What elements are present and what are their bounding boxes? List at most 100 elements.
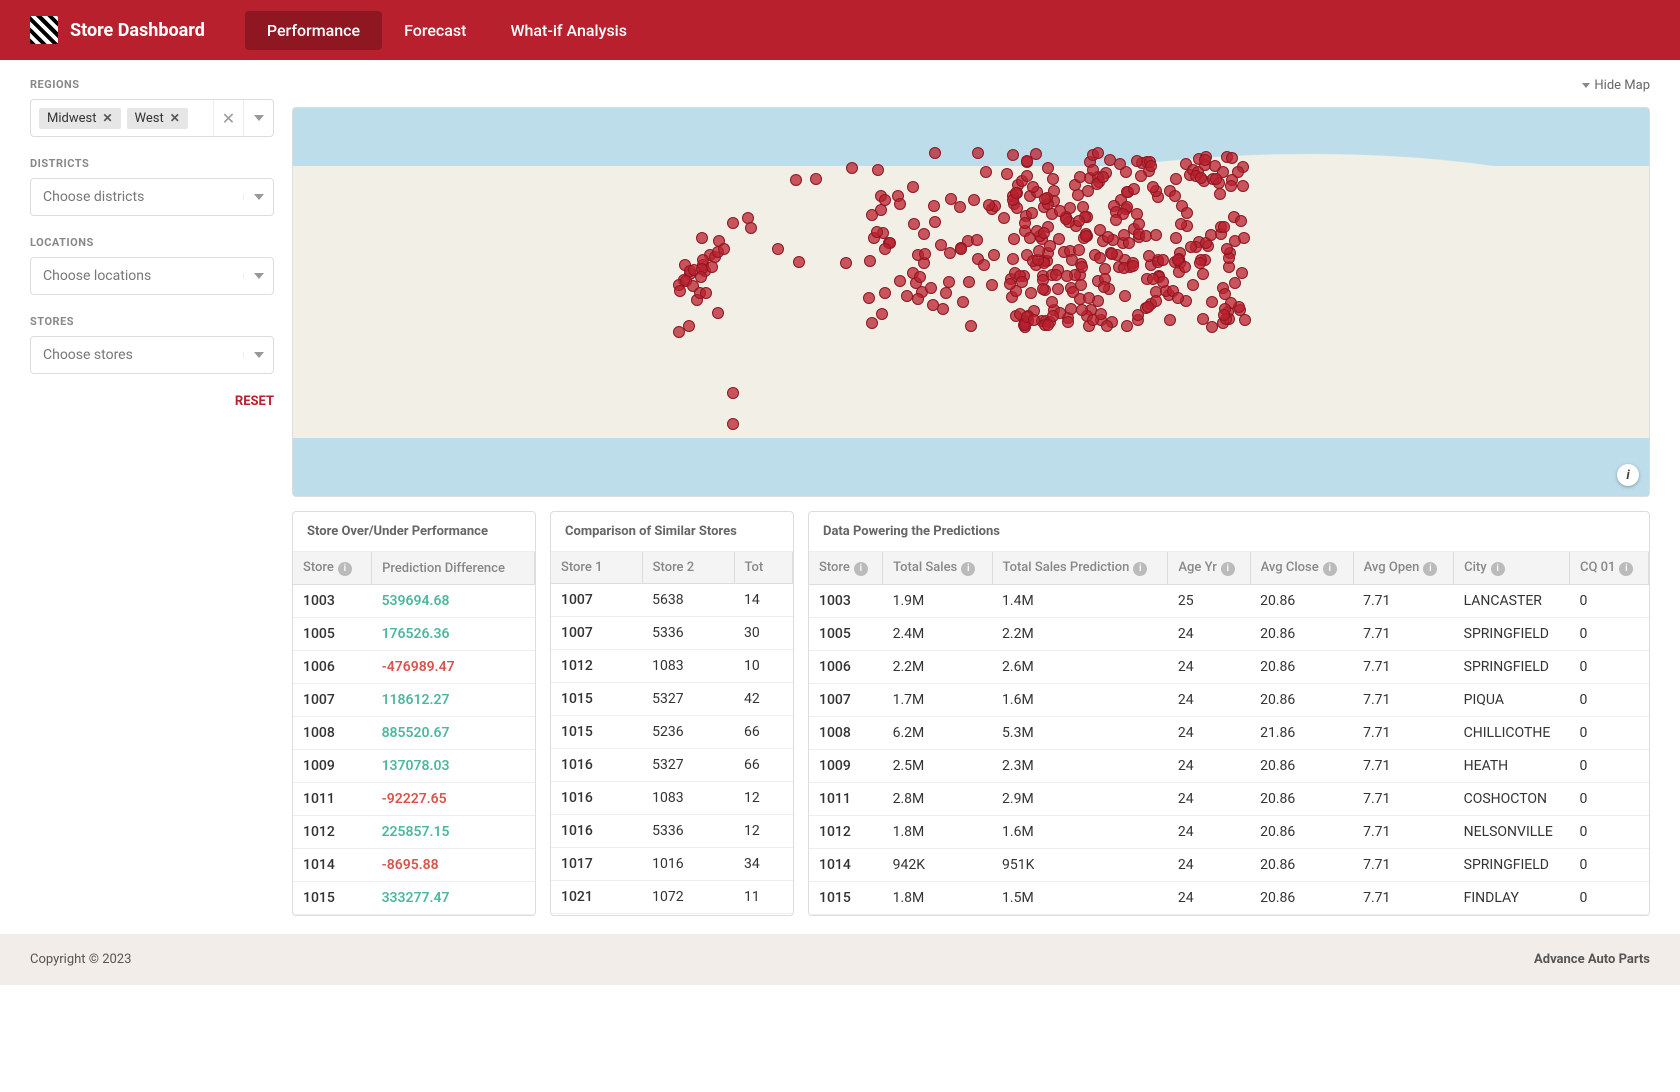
hide-map-toggle[interactable]: Hide Map (292, 78, 1650, 93)
map-marker[interactable] (894, 198, 906, 210)
map-marker[interactable] (1237, 180, 1249, 192)
table-row[interactable]: 1016532766 (551, 749, 793, 782)
map-marker[interactable] (864, 255, 876, 267)
stores-caret[interactable] (243, 352, 273, 358)
col-header[interactable]: CQ 01i (1569, 552, 1648, 585)
col-store2[interactable]: Store 2 (642, 552, 734, 584)
map-marker[interactable] (940, 287, 952, 299)
map-marker[interactable] (1197, 268, 1209, 280)
col-store1[interactable]: Store 1 (551, 552, 642, 584)
map-marker[interactable] (1030, 148, 1042, 160)
map-marker[interactable] (908, 218, 920, 230)
table-row[interactable]: 1007118612.27 (293, 684, 535, 717)
map-marker[interactable] (695, 271, 707, 283)
map-marker[interactable] (866, 209, 878, 221)
map-marker[interactable] (1004, 278, 1016, 290)
map-marker[interactable] (1172, 292, 1184, 304)
map-marker[interactable] (1065, 303, 1077, 315)
locations-caret[interactable] (243, 273, 273, 279)
map-marker[interactable] (1157, 276, 1169, 288)
map-marker[interactable] (1181, 207, 1193, 219)
map-marker[interactable] (1001, 168, 1013, 180)
map-marker[interactable] (1008, 233, 1020, 245)
table-row[interactable]: 1007563814 (551, 584, 793, 617)
info-icon[interactable]: i (961, 562, 975, 576)
map-marker[interactable] (972, 147, 984, 159)
map-marker[interactable] (1021, 170, 1033, 182)
table-row[interactable]: 1014942K951K2420.867.71SPRINGFIELD0 (809, 849, 1649, 882)
map-marker[interactable] (1050, 269, 1062, 281)
map-marker[interactable] (1038, 227, 1050, 239)
map-marker[interactable] (1042, 319, 1054, 331)
info-icon[interactable]: i (338, 562, 352, 576)
map-marker[interactable] (718, 243, 730, 255)
map-marker[interactable] (968, 194, 980, 206)
clear-regions[interactable]: ✕ (213, 100, 243, 136)
regions-select[interactable]: Midwest✕ West✕ ✕ (30, 99, 274, 137)
map-marker[interactable] (971, 234, 983, 246)
map-marker[interactable] (1132, 309, 1144, 321)
map-marker[interactable] (1039, 193, 1051, 205)
table-row[interactable]: 1007533630 (551, 617, 793, 650)
info-icon[interactable]: i (1619, 562, 1633, 576)
stores-select[interactable]: Choose stores (30, 336, 274, 374)
map-marker[interactable] (876, 308, 888, 320)
map-marker[interactable] (944, 247, 956, 259)
map-marker[interactable] (937, 303, 949, 315)
info-icon[interactable]: i (1221, 562, 1235, 576)
map-marker[interactable] (978, 259, 990, 271)
map-marker[interactable] (1128, 183, 1140, 195)
map-marker[interactable] (1170, 232, 1182, 244)
map-marker[interactable] (1206, 321, 1218, 333)
tab-performance[interactable]: Performance (245, 11, 382, 50)
map-marker[interactable] (1225, 180, 1237, 192)
map-marker[interactable] (1087, 164, 1099, 176)
map-marker[interactable] (1072, 189, 1084, 201)
map-marker[interactable] (912, 293, 924, 305)
map-marker[interactable] (1080, 230, 1092, 242)
col-store[interactable]: Storei (293, 552, 372, 585)
map-marker[interactable] (1052, 283, 1064, 295)
map-marker[interactable] (1157, 254, 1169, 266)
col-header[interactable]: Cityi (1454, 552, 1570, 585)
districts-caret[interactable] (243, 194, 273, 200)
table-row[interactable]: 1012108310 (551, 650, 793, 683)
map-marker[interactable] (1147, 181, 1159, 193)
map-marker[interactable] (1076, 304, 1088, 316)
table-row[interactable]: 1008885520.67 (293, 717, 535, 750)
map-info-icon[interactable]: i (1617, 464, 1639, 486)
map-marker[interactable] (1016, 276, 1028, 288)
close-icon[interactable]: ✕ (102, 111, 112, 125)
map-marker[interactable] (1164, 314, 1176, 326)
map-marker[interactable] (1135, 170, 1147, 182)
map-marker[interactable] (1170, 173, 1182, 185)
map-marker[interactable] (925, 282, 937, 294)
table-row[interactable]: 10086.2M5.3M2421.867.71CHILLICOTHE0 (809, 717, 1649, 750)
table-row[interactable]: 1015532742 (551, 683, 793, 716)
map-marker[interactable] (919, 248, 931, 260)
col-diff[interactable]: Prediction Difference (372, 552, 535, 585)
map-marker[interactable] (1145, 160, 1157, 172)
map-marker[interactable] (1123, 237, 1135, 249)
map-marker[interactable] (980, 166, 992, 178)
table-row[interactable]: 1003539694.68 (293, 585, 535, 618)
tab-whatif[interactable]: What-if Analysis (488, 11, 649, 50)
map-marker[interactable] (712, 307, 724, 319)
map-marker[interactable] (840, 257, 852, 269)
map-marker[interactable] (674, 285, 686, 297)
map-marker[interactable] (1199, 154, 1211, 166)
map-marker[interactable] (727, 387, 739, 399)
map-marker[interactable] (872, 164, 884, 176)
map-marker[interactable] (790, 174, 802, 186)
map-marker[interactable] (945, 193, 957, 205)
map-marker[interactable] (1067, 286, 1079, 298)
map-marker[interactable] (929, 216, 941, 228)
table-row[interactable]: 10071.7M1.6M2420.867.71PIQUA0 (809, 684, 1649, 717)
map-marker[interactable] (727, 217, 739, 229)
map-marker[interactable] (793, 256, 805, 268)
map-marker[interactable] (1007, 253, 1019, 265)
table-row[interactable]: 1015523666 (551, 716, 793, 749)
table-row[interactable]: 10062.2M2.6M2420.867.71SPRINGFIELD0 (809, 651, 1649, 684)
col-header[interactable]: Storei (809, 552, 883, 585)
map-marker[interactable] (879, 287, 891, 299)
